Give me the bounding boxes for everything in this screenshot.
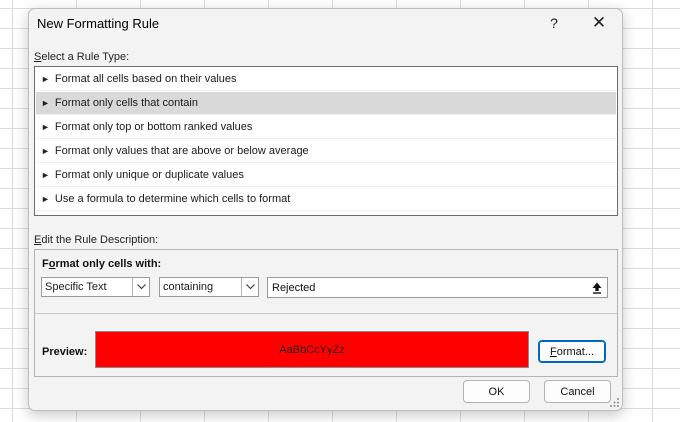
collapse-dialog-button[interactable] [587,278,607,297]
rule-type-list[interactable]: ► Format all cells based on their values … [34,66,618,216]
value-field[interactable] [267,277,608,298]
rule-type-item-label: Use a formula to determine which cells t… [54,193,291,205]
heading-post: rmat only cells with: [55,258,162,270]
rule-type-item-label: Format only top or bottom ranked values [54,121,253,133]
chevron-down-icon [241,278,258,296]
format-only-cells-with-heading: Format only cells with: [42,258,161,270]
rule-type-item[interactable]: ► Format only values that are above or be… [36,140,616,163]
rule-type-item[interactable]: ► Format only top or bottom ranked values [36,116,616,139]
rule-description-label-text: dit the Rule Description: [41,234,159,246]
value-input[interactable] [268,281,587,294]
chevron-down-icon [132,278,149,296]
rule-description-label: Edit the Rule Description: [34,234,158,246]
rule-type-item[interactable]: ► Use a formula to determine which cells … [36,188,616,211]
condition-type-value: Specific Text [45,281,107,293]
close-button[interactable]: ✕ [584,11,614,35]
description-divider [35,313,617,314]
format-button-accel: F [549,345,557,358]
rule-type-item-selected[interactable]: ► Format only cells that contain [36,92,616,115]
dialog-title: New Formatting Rule [37,16,160,31]
condition-type-select[interactable]: Specific Text [41,277,150,297]
rule-type-label-text: elect a Rule Type: [41,51,130,63]
arrow-right-icon: ► [41,194,50,204]
new-formatting-rule-dialog: New Formatting Rule ? ✕ Select a Rule Ty… [28,8,623,411]
heading-pre: F [42,258,49,270]
help-button[interactable]: ? [539,11,569,35]
rule-type-item-label: Format all cells based on their values [54,73,237,85]
format-preview: AaBbCcYyZz [95,331,529,368]
resize-grip-icon[interactable] [610,398,620,408]
operator-value: containing [163,281,214,293]
upload-arrow-icon [592,282,602,294]
rule-type-item[interactable]: ► Format all cells based on their values [36,68,616,91]
arrow-right-icon: ► [41,98,50,108]
rule-type-item-label: Format only unique or duplicate values [54,169,244,181]
rule-type-item-label: Format only values that are above or bel… [54,145,309,157]
rule-description-panel: Format only cells with: Specific Text co… [34,249,618,377]
preview-text: AaBbCcYyZz [279,343,345,356]
preview-label: Preview: [42,346,88,358]
arrow-right-icon: ► [41,170,50,180]
operator-select[interactable]: containing [159,277,259,297]
rule-type-item[interactable]: ► Format only unique or duplicate values [36,164,616,187]
format-button[interactable]: Format... [538,340,606,363]
arrow-right-icon: ► [41,74,50,84]
ok-button[interactable]: OK [463,380,530,403]
arrow-right-icon: ► [41,146,50,156]
cancel-button[interactable]: Cancel [544,380,611,403]
rule-type-label: Select a Rule Type: [34,51,129,63]
arrow-right-icon: ► [41,122,50,132]
format-button-label: ormat... [556,345,595,358]
rule-type-item-label: Format only cells that contain [54,97,198,109]
